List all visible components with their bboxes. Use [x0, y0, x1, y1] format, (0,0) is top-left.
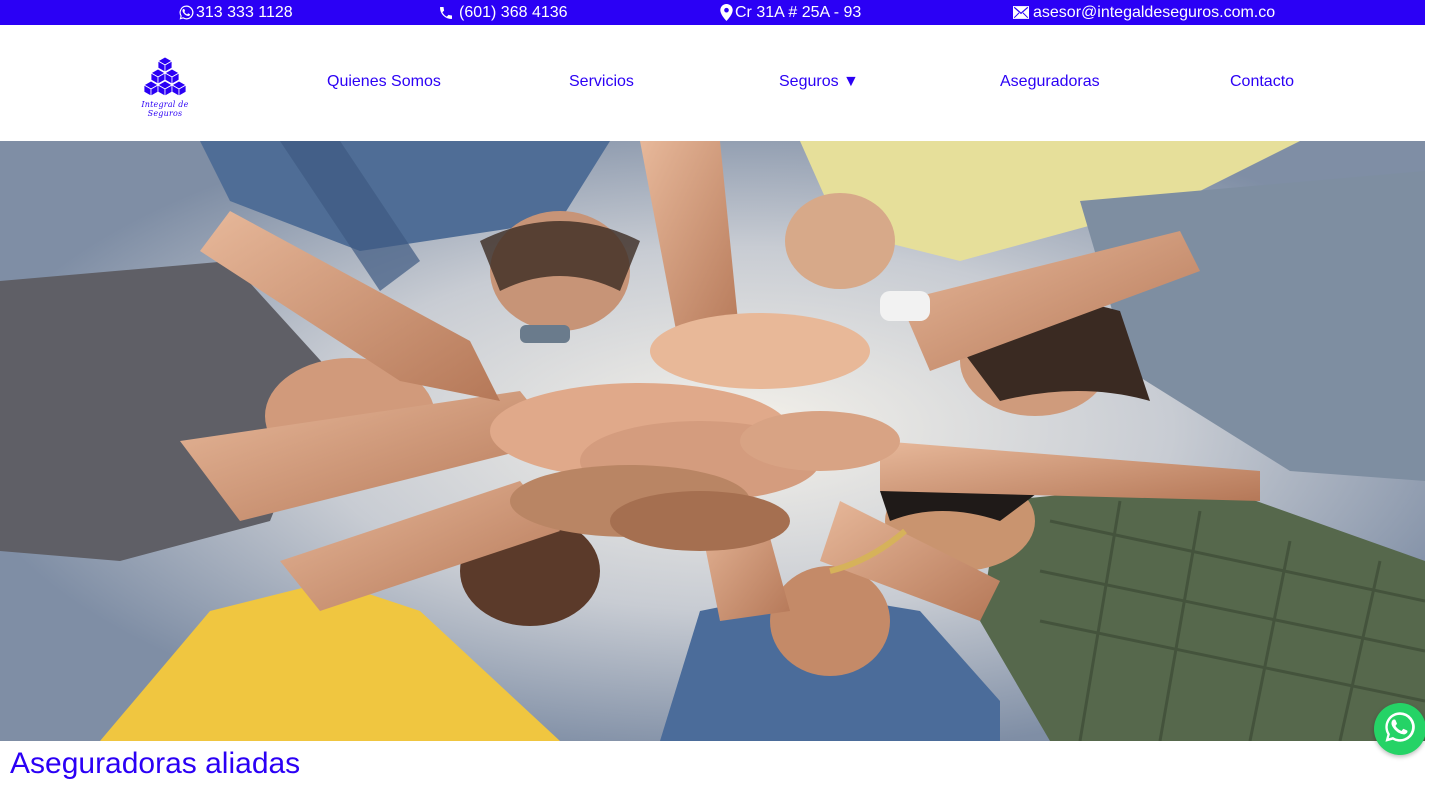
- cubes-logo-icon: [143, 56, 187, 97]
- phone-icon: [438, 5, 454, 21]
- team-hands-photo: [0, 141, 1425, 741]
- nav-servicios[interactable]: Servicios: [569, 73, 634, 91]
- mail-icon: [1013, 6, 1029, 19]
- whatsapp-icon: [1382, 709, 1418, 750]
- whatsapp-float-button[interactable]: [1374, 703, 1426, 755]
- address-text: Cr 31A # 25A - 93: [735, 4, 862, 21]
- address-contact[interactable]: Cr 31A # 25A - 93: [720, 0, 861, 25]
- whatsapp-number: 313 333 1128: [196, 4, 293, 21]
- section-title-aseguradoras: Aseguradoras aliadas: [10, 747, 301, 780]
- phone-number: (601) 368 4136: [459, 4, 568, 21]
- map-pin-icon: [720, 4, 733, 21]
- scrollbar-gutter[interactable]: [1425, 0, 1440, 784]
- contact-bar: 313 333 1128 (601) 368 4136 Cr 31A # 25A…: [0, 0, 1425, 25]
- nav-contacto[interactable]: Contacto: [1230, 73, 1294, 91]
- whatsapp-icon: [178, 4, 195, 21]
- nav-seguros-dropdown[interactable]: Seguros ▼: [779, 73, 859, 91]
- whatsapp-contact[interactable]: 313 333 1128: [178, 0, 293, 25]
- email-address: asesor@integaldeseguros.com.co: [1033, 4, 1276, 21]
- hero-image: [0, 141, 1425, 741]
- nav-aseguradoras[interactable]: Aseguradoras: [1000, 73, 1100, 91]
- email-contact[interactable]: asesor@integaldeseguros.com.co: [1013, 0, 1275, 25]
- brand-logo[interactable]: Integral de Seguros: [125, 55, 205, 118]
- logo-script-text: Integral de Seguros: [141, 100, 189, 118]
- nav-quienes-somos[interactable]: Quienes Somos: [327, 73, 441, 91]
- site-header: Integral de Seguros Quienes Somos Servic…: [0, 25, 1425, 141]
- phone-contact[interactable]: (601) 368 4136: [438, 0, 568, 25]
